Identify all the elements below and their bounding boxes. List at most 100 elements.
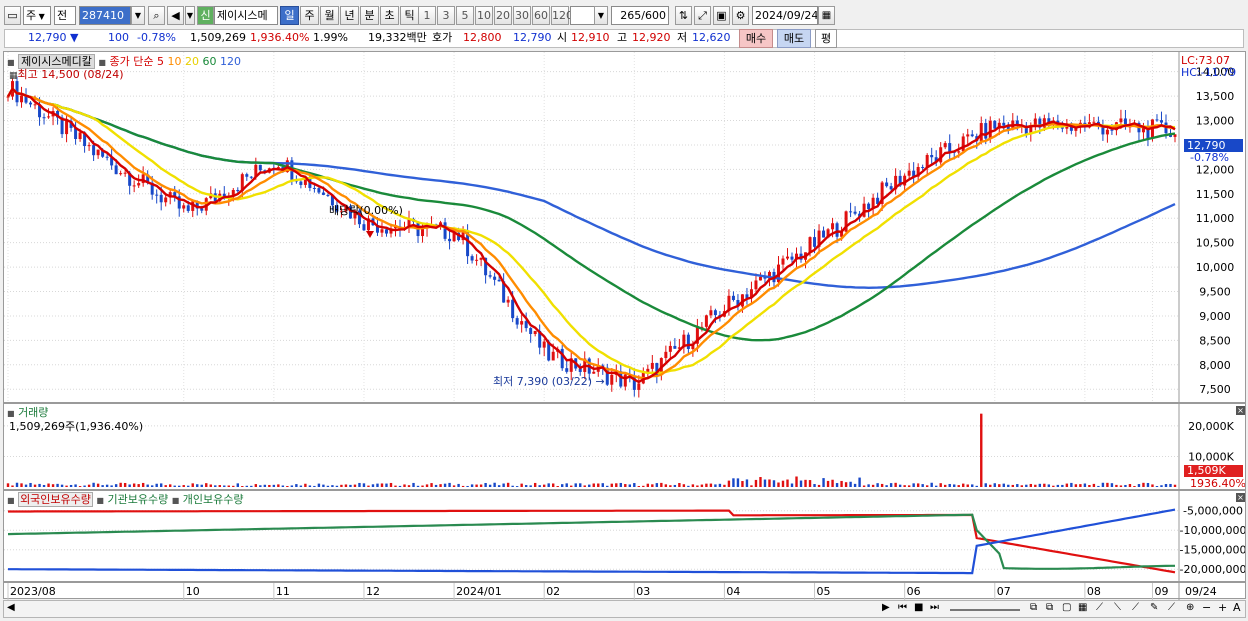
volume-bar bbox=[993, 483, 996, 487]
period-tab-4[interactable]: 분 bbox=[360, 6, 379, 25]
close-icon[interactable]: × bbox=[1236, 493, 1245, 502]
period-dropdown[interactable]: 주 ▼ bbox=[23, 6, 51, 25]
price-panel[interactable]: 14,00013,50013,00012,50012,00011,50011,0… bbox=[3, 51, 1246, 403]
scroll-left-icon[interactable]: ◀ bbox=[7, 602, 15, 613]
zoom-slider[interactable] bbox=[950, 609, 1020, 611]
window-icon[interactable]: ▢ bbox=[1062, 602, 1071, 613]
volume-bar bbox=[1020, 485, 1024, 487]
scrollbar[interactable]: ◀ ▶ ⏮ ■ ⏭ ⧉ ⧉ ▢ ▦ ⟋ ⟍ ⟋ ✎ ⟋ ⊕ − + A bbox=[3, 600, 1246, 618]
candle-body bbox=[754, 280, 758, 290]
code-dropdown-button[interactable]: ▼ bbox=[131, 6, 145, 25]
save-icon[interactable]: ▣ bbox=[713, 6, 730, 25]
ma60-legend[interactable]: 60 bbox=[202, 55, 216, 68]
volume-bar bbox=[561, 484, 564, 487]
candle-body bbox=[384, 229, 388, 234]
grid-view-icon[interactable]: ▦ bbox=[1078, 602, 1087, 613]
line-tool-icon[interactable]: ⟋ bbox=[1096, 602, 1103, 613]
close-icon[interactable]: × bbox=[1236, 406, 1245, 415]
ma120-line bbox=[6, 86, 1176, 290]
count-field[interactable]: 265/600 bbox=[611, 6, 669, 25]
rewind-icon[interactable]: ⏮ bbox=[898, 602, 907, 613]
draw-icon[interactable]: ⤢ bbox=[694, 6, 711, 25]
fan-tool-icon[interactable]: ⟋ bbox=[1132, 602, 1139, 613]
ma20-legend[interactable]: 20 bbox=[185, 55, 199, 68]
volume-bar bbox=[853, 483, 857, 487]
volume-bar bbox=[916, 483, 920, 487]
minute-tab-20[interactable]: 20 bbox=[494, 6, 512, 25]
volume-bar bbox=[646, 483, 650, 487]
volume-panel[interactable]: 20,000K 10,000K ■ 거래량 1,509,269주(1,936.40… bbox=[3, 403, 1246, 490]
stop-icon[interactable]: ■ bbox=[914, 602, 923, 613]
date-field[interactable]: 2024/09/24 bbox=[752, 6, 818, 25]
volume-title[interactable]: 거래량 bbox=[18, 406, 48, 419]
legend-bullet-icon: ■ bbox=[171, 496, 180, 505]
minute-tab-1[interactable]: 1 bbox=[418, 6, 436, 25]
period-tab-5[interactable]: 초 bbox=[380, 6, 399, 25]
period-tab-2[interactable]: 월 bbox=[320, 6, 339, 25]
eraser-icon[interactable]: ✎ bbox=[1150, 602, 1158, 613]
volume-bar bbox=[209, 484, 212, 487]
institution-holdings-legend[interactable]: 기관보유수량 bbox=[107, 493, 168, 506]
period-tab-1[interactable]: 주 bbox=[300, 6, 319, 25]
zoom-in-icon[interactable]: + bbox=[1218, 601, 1227, 614]
minute-tab-120[interactable]: 120 bbox=[551, 6, 573, 25]
foreign-holdings-legend[interactable]: 외국인보유수량 bbox=[18, 492, 93, 507]
minute-tab-30[interactable]: 30 bbox=[513, 6, 531, 25]
eval-button[interactable]: 평 bbox=[815, 29, 837, 48]
stock-legend[interactable]: 제이시스메디칼 bbox=[18, 54, 95, 69]
individual-holdings-legend[interactable]: 개인보유수량 bbox=[183, 493, 244, 506]
volume-bar bbox=[840, 480, 843, 487]
stock-code-input[interactable]: 287410 bbox=[79, 6, 131, 25]
trend-tool-icon[interactable]: ⟍ bbox=[1114, 602, 1121, 613]
measure-icon[interactable]: ⟋ bbox=[1168, 602, 1175, 613]
volume-bar bbox=[114, 484, 118, 487]
volume-bar bbox=[583, 485, 586, 487]
compare-icon[interactable]: ⇅ bbox=[675, 6, 692, 25]
period-tab-3[interactable]: 년 bbox=[340, 6, 359, 25]
holdings-panel[interactable]: -5,000,000 -10,000,000 -15,000,000 -20,000,… bbox=[3, 490, 1246, 582]
layout-split-icon[interactable]: ⧉ bbox=[1046, 602, 1053, 613]
minute-custom-dropdown[interactable]: ▼ bbox=[594, 6, 608, 25]
current-price-pct: -0.78% bbox=[1190, 151, 1229, 164]
ma120-legend[interactable]: 120 bbox=[220, 55, 241, 68]
calendar-icon[interactable]: ▦ bbox=[818, 6, 835, 25]
prev-dropdown[interactable]: 전 bbox=[54, 6, 76, 25]
volume-bar bbox=[484, 483, 487, 487]
minute-tab-3[interactable]: 3 bbox=[437, 6, 455, 25]
sell-button[interactable]: 매도 bbox=[777, 29, 811, 48]
settings-icon[interactable]: ⚙ bbox=[732, 6, 749, 25]
period-tab-0[interactable]: 일 bbox=[280, 6, 299, 25]
target-icon[interactable]: ⊕ bbox=[1186, 602, 1194, 613]
ma20-line bbox=[6, 86, 1176, 375]
volume-bar bbox=[497, 485, 501, 487]
speaker-icon[interactable]: ◀ bbox=[167, 6, 184, 25]
auto-scale-icon[interactable]: A bbox=[1233, 601, 1241, 614]
copy-icon[interactable]: ⧉ bbox=[1030, 602, 1037, 613]
minute-tab-60[interactable]: 60 bbox=[532, 6, 550, 25]
volume-bar bbox=[1083, 483, 1087, 487]
y-tick-label: 10,000 bbox=[1196, 261, 1235, 274]
change-value: 100 bbox=[108, 31, 129, 44]
forward-icon[interactable]: ⏭ bbox=[930, 602, 939, 613]
candle-body bbox=[1159, 120, 1163, 123]
speaker-dropdown[interactable]: ▼ bbox=[185, 6, 195, 25]
candle-body bbox=[96, 149, 100, 156]
minute-tab-10[interactable]: 10 bbox=[475, 6, 493, 25]
period-tab-6[interactable]: 틱 bbox=[400, 6, 419, 25]
buy-button[interactable]: 매수 bbox=[739, 29, 773, 48]
scroll-right-icon[interactable]: ▶ bbox=[882, 602, 890, 613]
ma5-legend[interactable]: 5 bbox=[157, 55, 164, 68]
volume-bar bbox=[317, 483, 321, 487]
volume-bar bbox=[416, 485, 420, 487]
zoom-out-icon[interactable]: − bbox=[1202, 601, 1211, 614]
search-icon[interactable]: ⌕ bbox=[148, 6, 165, 25]
volume-bar bbox=[105, 484, 109, 487]
volume-bar bbox=[912, 483, 915, 487]
ma-title[interactable]: 종가 단순 bbox=[109, 55, 153, 68]
volume-bar bbox=[141, 482, 145, 487]
layout-icon[interactable]: ▭ bbox=[4, 6, 21, 25]
minute-tab-5[interactable]: 5 bbox=[456, 6, 474, 25]
ma10-legend[interactable]: 10 bbox=[167, 55, 181, 68]
volume-bar bbox=[1070, 482, 1073, 487]
legend-bullet-icon: ■ bbox=[98, 58, 106, 67]
